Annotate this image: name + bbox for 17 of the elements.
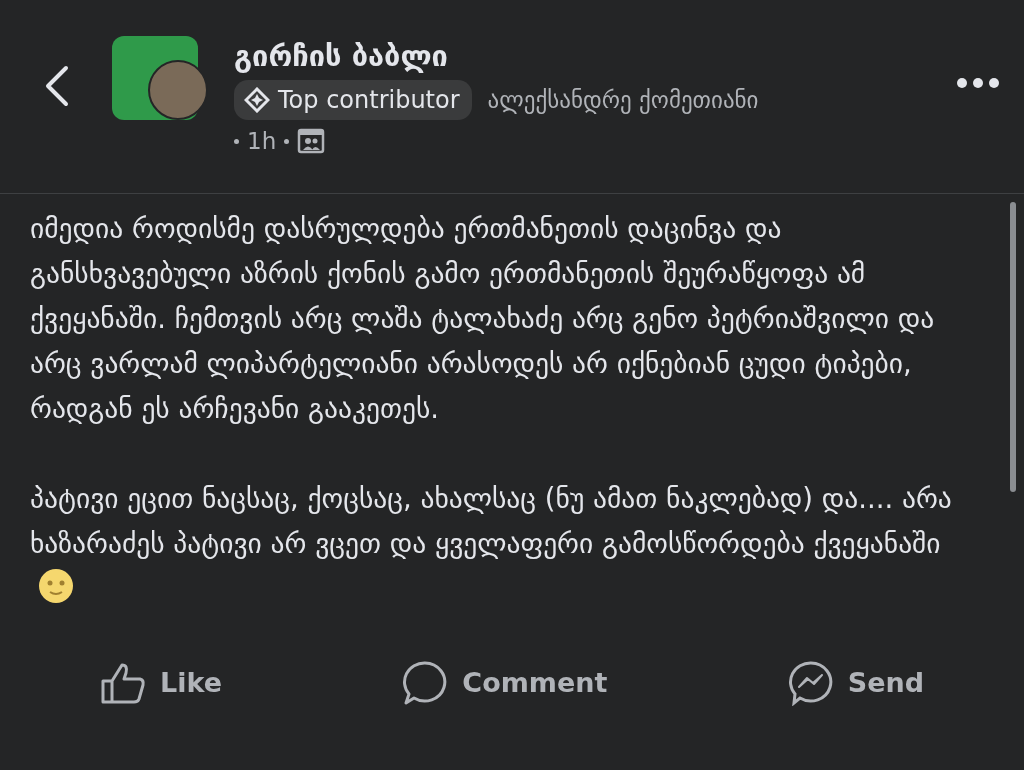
thumbs-up-icon — [100, 661, 146, 705]
post-paragraph: იმედია როდისმე დასრულდება ერთმანეთის დაცინვა და განსხვავებული აზრის ქონის გამო ერთმანეთის შეურაწყოფა ამ ქვეყანაში. ჩემთვის არც ლაშა ტალახაძე არც გენო პეტრიაშვილი და არც ვარლამ ლიპარტელიანი არასოდეს არ იქნებიან ცუდი ტიპები, რადგან ეს არჩევანი გააკეთეს. — [30, 211, 936, 426]
send-button[interactable]: Send — [777, 654, 934, 712]
post-time: 1h — [247, 127, 277, 156]
comment-button[interactable]: Comment — [392, 654, 618, 712]
post-paragraph: პატივი ეცით ნაცსაც, ქოცსაც, ახალსაც (ნუ ამათ ნაკლებად) და.... არა ხაზარაძეს პატივი არ ვცეთ და ყველაფერი გამოსწორდება ქვეყანაში — [30, 482, 952, 559]
separator-dot — [234, 138, 239, 144]
group-name[interactable]: გირჩის ბაბლი — [234, 36, 940, 76]
speech-bubble-icon — [402, 660, 449, 706]
separator-dot — [284, 138, 290, 144]
messenger-icon — [787, 660, 834, 706]
moon-face-icon — [38, 568, 74, 604]
diamond-star-icon — [244, 87, 270, 113]
group-audience-icon — [297, 128, 326, 155]
like-button[interactable]: Like — [90, 654, 232, 712]
author-name[interactable]: ალექსანდრე ქომეთიანი — [487, 82, 759, 118]
contributor-badge: Top contributor — [234, 80, 472, 120]
